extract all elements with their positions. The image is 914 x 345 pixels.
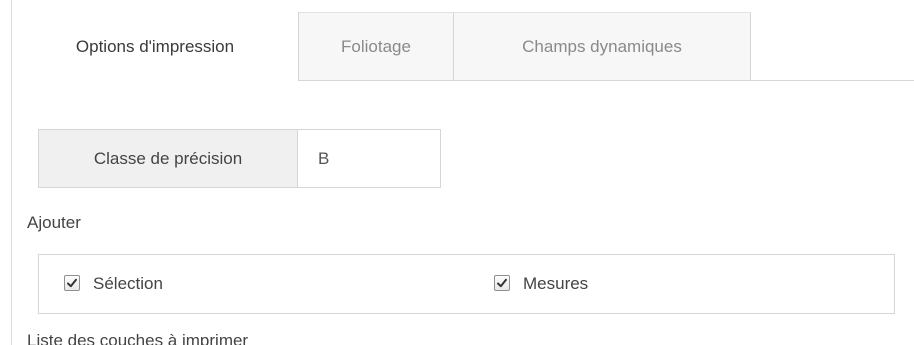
tab-bar: Options d'impression Foliotage Champs dy… — [12, 12, 914, 81]
tab-dynamic-fields-label: Champs dynamiques — [522, 36, 682, 56]
tab-print-options[interactable]: Options d'impression — [12, 12, 299, 81]
selection-checkbox[interactable]: Sélection — [64, 255, 163, 313]
add-options-group: Sélection Mesures — [38, 254, 895, 314]
print-options-panel: Options d'impression Foliotage Champs dy… — [0, 0, 914, 345]
precision-class-value[interactable]: B — [298, 130, 440, 187]
precision-class-field: Classe de précision B — [38, 129, 441, 188]
measures-checkbox-label: Mesures — [523, 274, 589, 293]
checkmark-icon[interactable] — [64, 275, 80, 291]
tab-dynamic-fields[interactable]: Champs dynamiques — [454, 12, 751, 80]
tab-pagination[interactable]: Foliotage — [299, 12, 454, 80]
add-section-label: Ajouter — [27, 213, 81, 232]
tab-print-options-label: Options d'impression — [75, 36, 235, 56]
selection-checkbox-label: Sélection — [93, 274, 163, 293]
layers-list-label: Liste des couches à imprimer — [27, 331, 249, 345]
checkmark-icon[interactable] — [494, 275, 510, 291]
measures-checkbox[interactable]: Mesures — [494, 255, 588, 313]
tab-pagination-label: Foliotage — [341, 36, 411, 56]
precision-class-label: Classe de précision — [39, 130, 298, 187]
